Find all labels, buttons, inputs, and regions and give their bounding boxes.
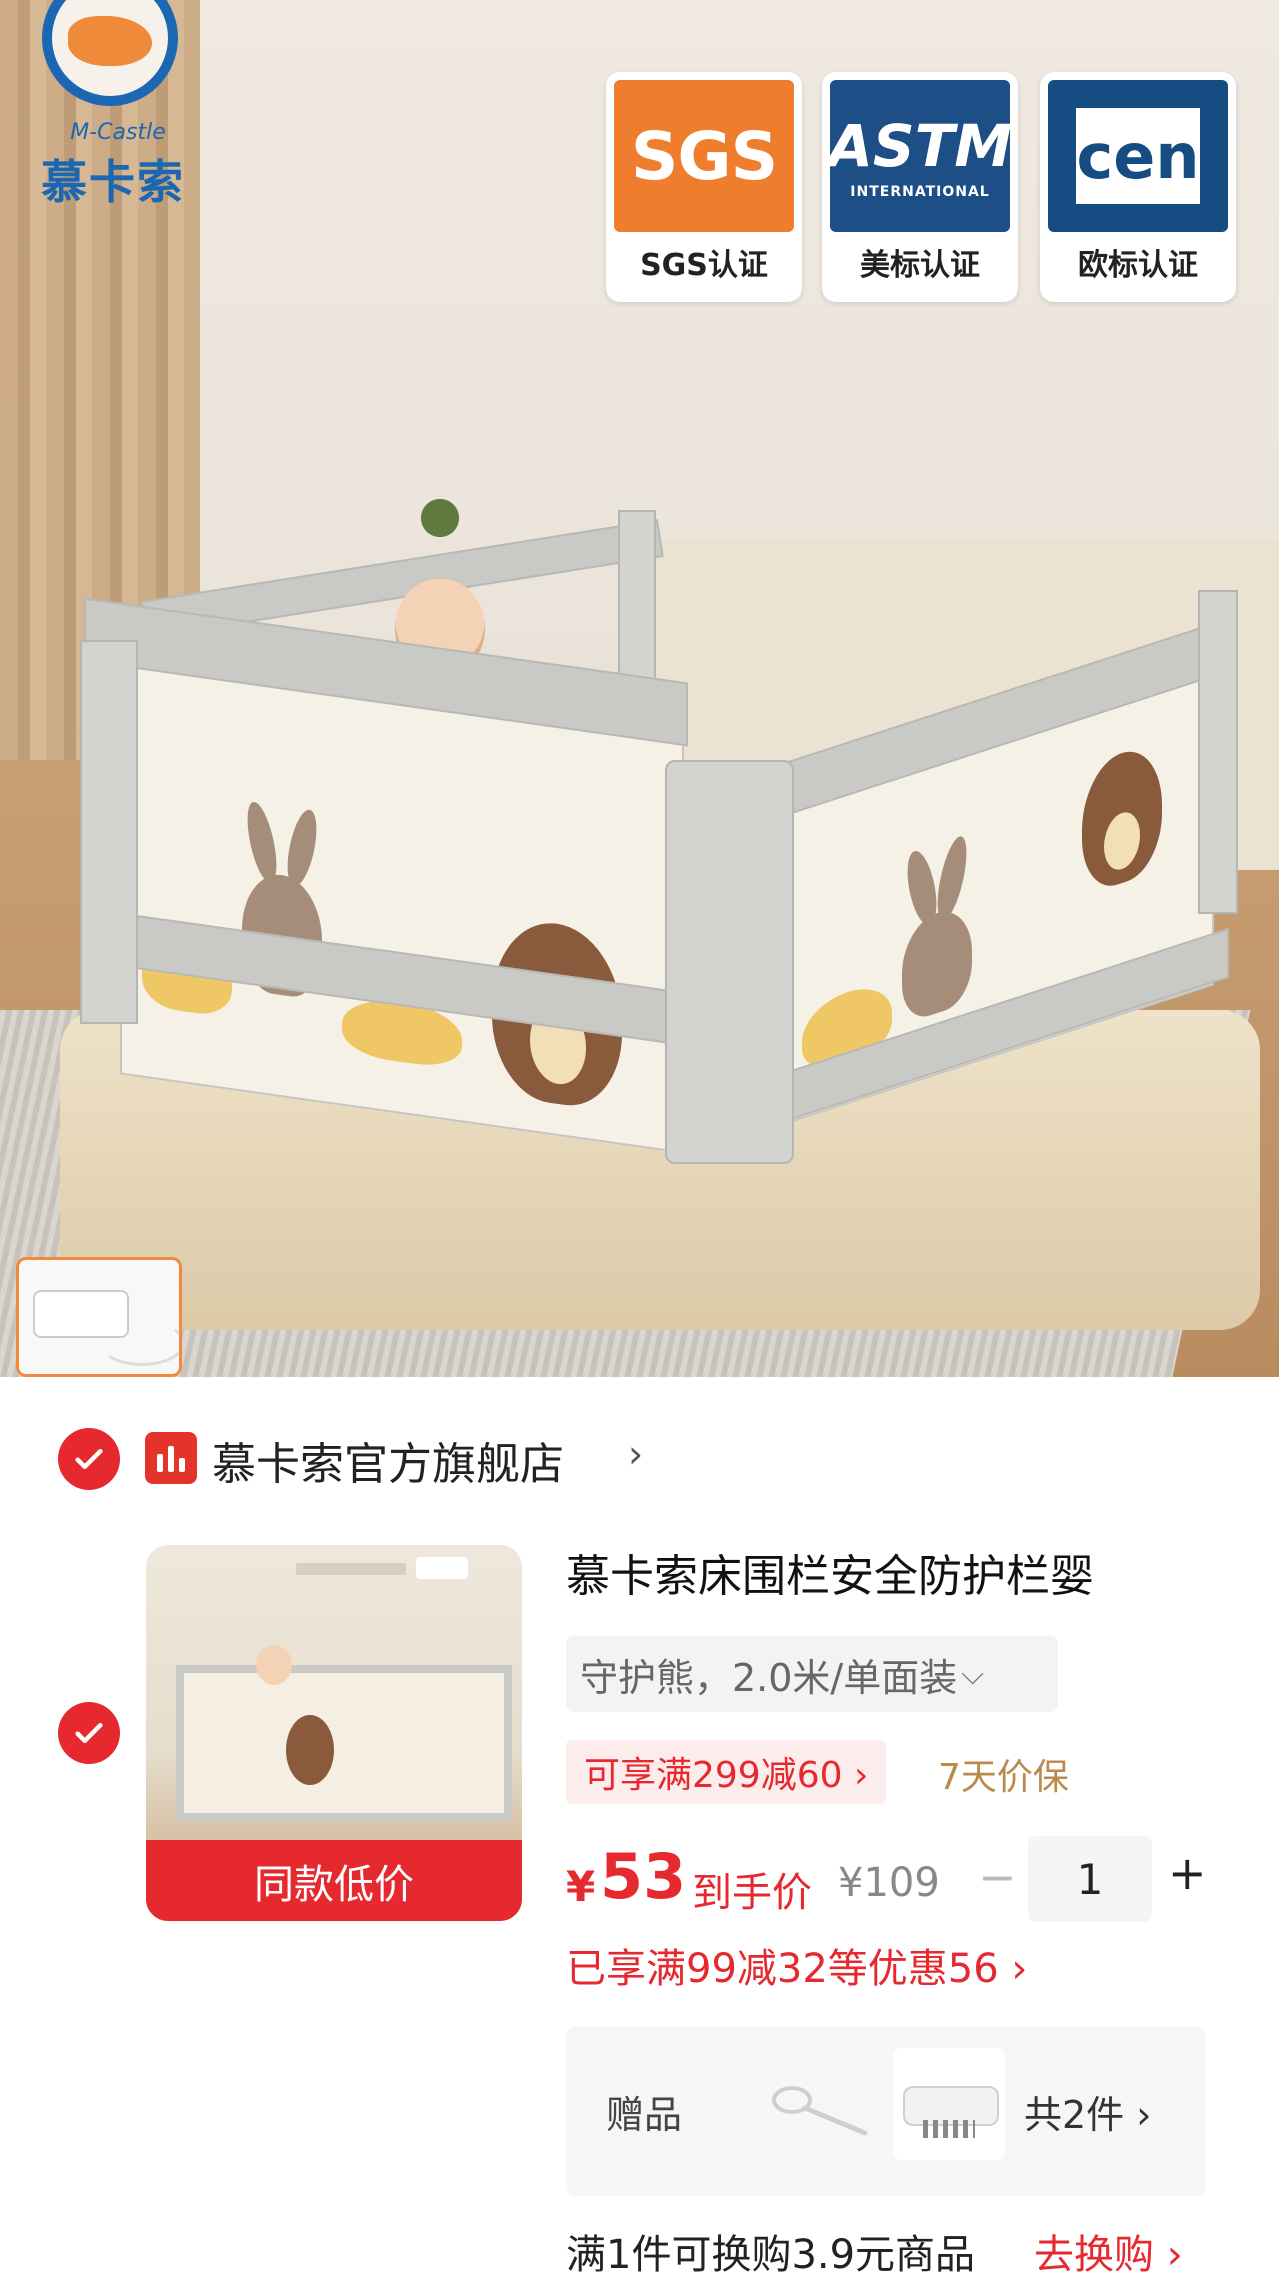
gift-clip-image <box>893 2048 1005 2160</box>
price-protection: 7天价保 <box>938 1757 1069 1798</box>
astm-subtext: INTERNATIONAL <box>850 184 990 200</box>
mini-fence <box>176 1665 512 1821</box>
cert-label: SGS认证 <box>640 248 768 283</box>
astm-mark: ASTM INTERNATIONAL <box>828 80 1012 232</box>
check-icon <box>75 1448 103 1470</box>
image-tag <box>416 1557 468 1579</box>
price-currency: ¥ <box>566 1862 596 1911</box>
cert-label: 美标认证 <box>860 248 980 283</box>
logo-emblem <box>42 0 178 106</box>
mini-bear <box>286 1715 334 1785</box>
cable-tie-icon <box>772 2086 868 2136</box>
plant <box>400 470 480 550</box>
store-select-checkbox[interactable] <box>58 1428 120 1490</box>
cert-label: 欧标认证 <box>1078 248 1198 283</box>
cert-badge-sgs: SGS SGS认证 <box>606 72 802 302</box>
discount-summary[interactable]: 已享满99减32等优惠56 › <box>566 1936 1027 1994</box>
cable-tie <box>99 1320 179 1366</box>
product-title[interactable]: 慕卡索床围栏安全防护栏婴 <box>566 1540 1206 1604</box>
store-icon <box>145 1432 197 1484</box>
swap-offer-text: 满1件可换购3.9元商品 <box>566 2232 976 2278</box>
bear-illustration <box>1082 740 1162 897</box>
bear-belly <box>1104 807 1140 875</box>
brand-logo: M-Castle 慕卡索 <box>28 0 188 210</box>
chevron-down-icon: ⌵ <box>961 1656 984 1692</box>
mini-baby <box>256 1645 292 1685</box>
sgs-mark: SGS <box>614 80 794 232</box>
gift-label: 赠品 <box>606 2093 683 2137</box>
gallery-thumbnail[interactable] <box>16 1257 182 1377</box>
increase-quantity-button[interactable]: + <box>1168 1846 1207 1900</box>
fence-post-right <box>1198 590 1238 914</box>
variant-text: 守护熊，2.0米/单面装 <box>580 1655 958 1700</box>
promo-tag[interactable]: 可享满299减60 › <box>566 1740 887 1804</box>
cen-mark: cen <box>1048 80 1228 232</box>
gift-count[interactable]: 共2件 › <box>1024 2084 1151 2139</box>
swap-link[interactable]: 去换购 › <box>1034 2222 1183 2280</box>
cen-text: cen <box>1076 108 1200 204</box>
clip-teeth <box>923 2120 975 2138</box>
variant-selector[interactable]: 守护熊，2.0米/单面装 ⌵ <box>566 1636 1058 1712</box>
original-price: ¥109 <box>838 1860 940 1906</box>
check-icon <box>75 1722 103 1744</box>
item-select-checkbox[interactable] <box>58 1702 120 1764</box>
final-price-label: 到手价 <box>692 1870 812 1916</box>
product-hero-image: M-Castle 慕卡索 SGS SGS认证 ASTM INTERNATIONA… <box>0 0 1279 1377</box>
bunny-illustration <box>902 901 972 1025</box>
decrease-quantity-button[interactable]: − <box>978 1850 1017 1904</box>
cert-badge-cen: cen 欧标认证 <box>1040 72 1236 302</box>
astm-text: ASTM <box>828 112 1012 180</box>
store-name[interactable]: 慕卡索官方旗舰店 <box>212 1428 564 1492</box>
same-low-price-badge[interactable]: 同款低价 <box>146 1840 522 1921</box>
quantity-input[interactable]: 1 <box>1028 1836 1152 1922</box>
fence-corner-post <box>665 760 794 1164</box>
cert-badge-astm: ASTM INTERNATIONAL 美标认证 <box>822 72 1018 302</box>
fence-post-left <box>80 640 138 1024</box>
image-caption <box>296 1563 406 1575</box>
logo-name: 慕卡索 <box>41 155 185 209</box>
logo-subtitle: M-Castle <box>70 120 166 145</box>
final-price: 53 <box>600 1840 687 1913</box>
chevron-right-icon[interactable]: › <box>628 1432 643 1476</box>
